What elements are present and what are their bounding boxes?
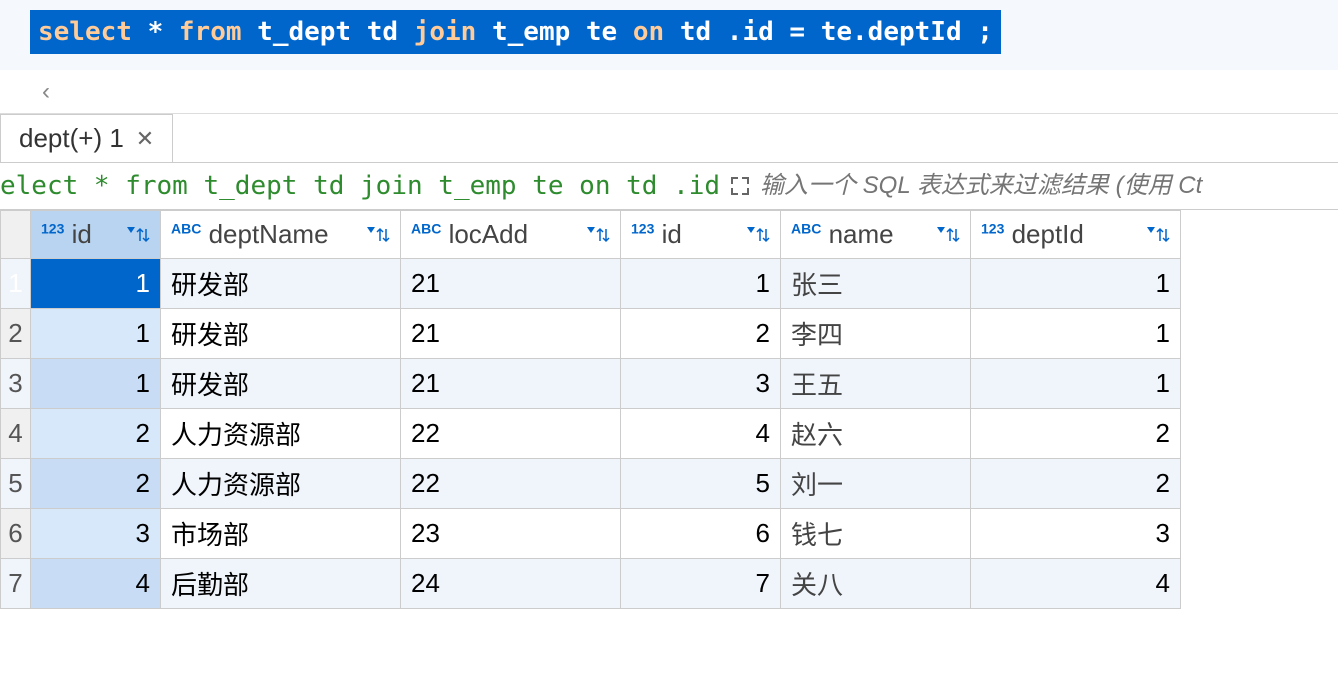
table-row[interactable]: 42人力资源部224赵六2 (1, 409, 1181, 459)
cell[interactable]: 7 (621, 559, 781, 609)
table-row[interactable]: 21研发部212李四1 (1, 309, 1181, 359)
row-number[interactable]: 6 (1, 509, 31, 559)
cell[interactable]: 1 (31, 309, 161, 359)
cell[interactable]: 2 (971, 409, 1181, 459)
cell[interactable]: 1 (31, 259, 161, 309)
cell[interactable]: 2 (971, 459, 1181, 509)
cell[interactable]: 5 (621, 459, 781, 509)
row-number[interactable]: 3 (1, 359, 31, 409)
query-bar: elect * from t_dept td join t_emp te on … (0, 162, 1338, 210)
filter-input[interactable] (760, 172, 1338, 200)
cell[interactable]: 3 (621, 359, 781, 409)
column-name: locAdd (441, 219, 528, 249)
query-display: elect * from t_dept td join t_emp te on … (0, 171, 720, 201)
cell[interactable]: 22 (401, 409, 621, 459)
cell[interactable]: 6 (621, 509, 781, 559)
table-row[interactable]: 74后勤部247关八4 (1, 559, 1181, 609)
column-header-id[interactable]: 123 id (621, 211, 781, 259)
row-number[interactable]: 2 (1, 309, 31, 359)
cell[interactable]: 1 (31, 359, 161, 409)
corner-cell (1, 211, 31, 259)
cell[interactable]: 21 (401, 359, 621, 409)
sort-filter-icon[interactable] (586, 225, 610, 245)
column-header-id[interactable]: 123 id (31, 211, 161, 259)
number-type-icon: 123 (631, 220, 654, 236)
cell[interactable]: 3 (971, 509, 1181, 559)
cell[interactable]: 钱七 (781, 509, 971, 559)
column-name: id (654, 219, 681, 249)
cell[interactable]: 赵六 (781, 409, 971, 459)
cell[interactable]: 人力资源部 (161, 459, 401, 509)
expand-icon[interactable] (728, 174, 752, 198)
number-type-icon: 123 (41, 220, 64, 236)
back-icon[interactable]: ‹ (42, 78, 50, 105)
close-icon[interactable]: ✕ (136, 126, 154, 152)
cell[interactable]: 4 (621, 409, 781, 459)
number-type-icon: 123 (981, 220, 1004, 236)
cell[interactable]: 4 (31, 559, 161, 609)
cell[interactable]: 研发部 (161, 309, 401, 359)
cell[interactable]: 2 (621, 309, 781, 359)
column-header-name[interactable]: ABC name (781, 211, 971, 259)
cell[interactable]: 1 (971, 309, 1181, 359)
table-row[interactable]: 11研发部211张三1 (1, 259, 1181, 309)
sort-filter-icon[interactable] (1146, 225, 1170, 245)
sort-filter-icon[interactable] (936, 225, 960, 245)
column-name: name (821, 219, 893, 249)
column-name: deptId (1004, 219, 1084, 249)
sql-editor[interactable]: select * from t_dept td join t_emp te on… (0, 0, 1338, 70)
cell[interactable]: 2 (31, 409, 161, 459)
column-name: id (64, 219, 91, 249)
cell[interactable]: 后勤部 (161, 559, 401, 609)
row-number[interactable]: 4 (1, 409, 31, 459)
cell[interactable]: 关八 (781, 559, 971, 609)
sort-filter-icon[interactable] (746, 225, 770, 245)
column-header-deptid[interactable]: 123 deptId (971, 211, 1181, 259)
text-type-icon: ABC (791, 220, 821, 236)
cell[interactable]: 21 (401, 309, 621, 359)
cell[interactable]: 1 (971, 359, 1181, 409)
table-row[interactable]: 31研发部213王五1 (1, 359, 1181, 409)
row-number[interactable]: 1 (1, 259, 31, 309)
result-tabs: dept(+) 1 ✕ (0, 114, 1338, 162)
table-row[interactable]: 52人力资源部225刘一2 (1, 459, 1181, 509)
cell[interactable]: 22 (401, 459, 621, 509)
cell[interactable]: 23 (401, 509, 621, 559)
cell[interactable]: 人力资源部 (161, 409, 401, 459)
tab-result[interactable]: dept(+) 1 ✕ (0, 114, 173, 162)
cell[interactable]: 研发部 (161, 259, 401, 309)
cell[interactable]: 刘一 (781, 459, 971, 509)
cell[interactable]: 4 (971, 559, 1181, 609)
column-header-deptname[interactable]: ABC deptName (161, 211, 401, 259)
cell[interactable]: 张三 (781, 259, 971, 309)
cell[interactable]: 市场部 (161, 509, 401, 559)
cell[interactable]: 24 (401, 559, 621, 609)
row-number[interactable]: 5 (1, 459, 31, 509)
sort-filter-icon[interactable] (366, 225, 390, 245)
table-row[interactable]: 63市场部236钱七3 (1, 509, 1181, 559)
cell[interactable]: 21 (401, 259, 621, 309)
cell[interactable]: 王五 (781, 359, 971, 409)
text-type-icon: ABC (171, 220, 201, 236)
sql-selected-text[interactable]: select * from t_dept td join t_emp te on… (30, 10, 1001, 54)
cell[interactable]: 1 (621, 259, 781, 309)
sort-filter-icon[interactable] (126, 225, 150, 245)
cell[interactable]: 李四 (781, 309, 971, 359)
cell[interactable]: 研发部 (161, 359, 401, 409)
text-type-icon: ABC (411, 220, 441, 236)
tab-label: dept(+) 1 (19, 123, 124, 154)
nav-bar: ‹ (0, 70, 1338, 114)
column-header-locadd[interactable]: ABC locAdd (401, 211, 621, 259)
cell[interactable]: 2 (31, 459, 161, 509)
cell[interactable]: 1 (971, 259, 1181, 309)
cell[interactable]: 3 (31, 509, 161, 559)
results-grid: 123 idABC deptNameABC locAdd123 idABC na… (0, 210, 1338, 609)
column-name: deptName (201, 219, 328, 249)
row-number[interactable]: 7 (1, 559, 31, 609)
